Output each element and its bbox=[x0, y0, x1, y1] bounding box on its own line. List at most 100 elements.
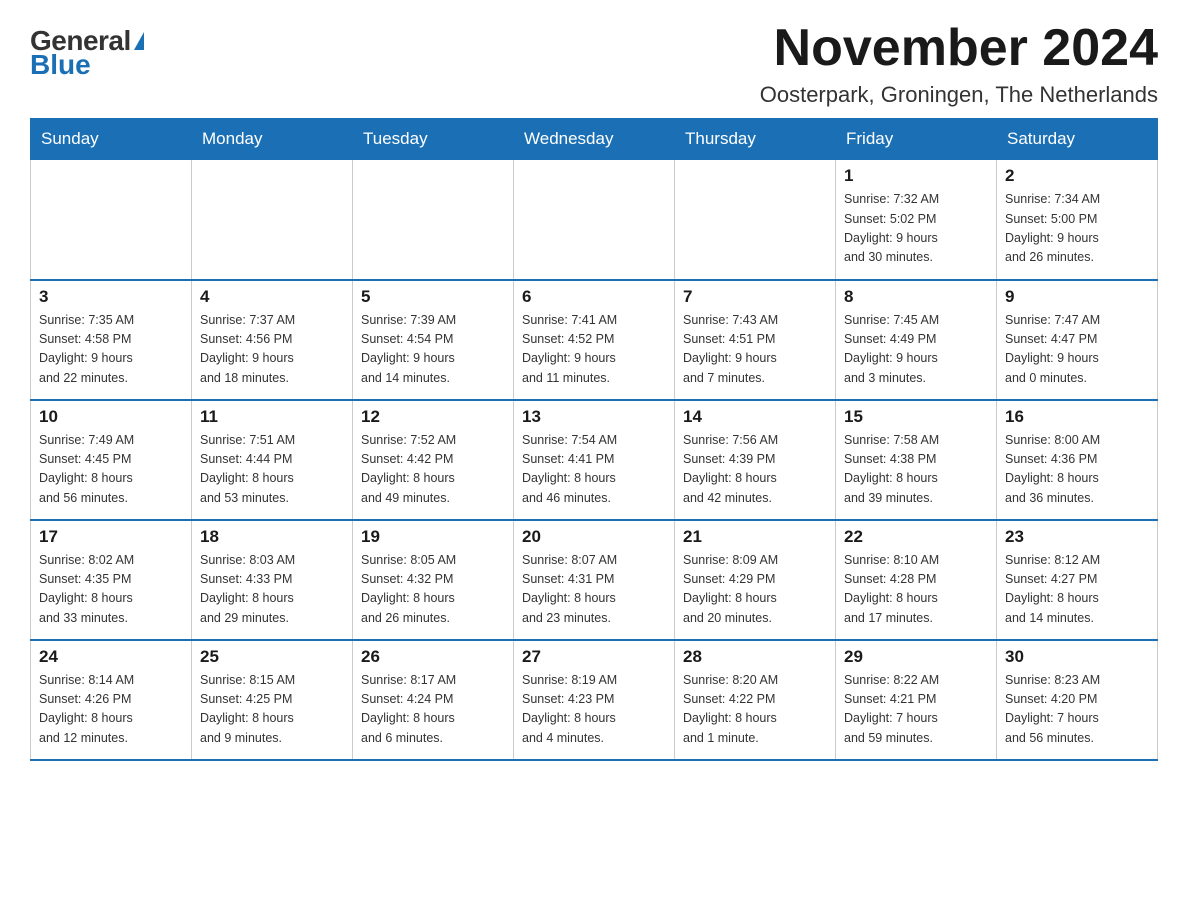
calendar-cell: 11Sunrise: 7:51 AMSunset: 4:44 PMDayligh… bbox=[192, 400, 353, 520]
weekday-header-sunday: Sunday bbox=[31, 119, 192, 160]
calendar-cell: 30 Sunrise: 8:23 AMSunset: 4:20 PMDayligh… bbox=[997, 640, 1158, 760]
weekday-header-monday: Monday bbox=[192, 119, 353, 160]
weekday-header-wednesday: Wednesday bbox=[514, 119, 675, 160]
calendar-cell: 24Sunrise: 8:14 AMSunset: 4:26 PMDayligh… bbox=[31, 640, 192, 760]
day-number: 3 bbox=[39, 287, 183, 307]
day-sun-info: Sunrise: 8:10 AMSunset: 4:28 PMDaylight:… bbox=[844, 551, 988, 629]
weekday-header-tuesday: Tuesday bbox=[353, 119, 514, 160]
calendar-cell: 3 Sunrise: 7:35 AMSunset: 4:58 PMDaylight… bbox=[31, 280, 192, 400]
day-sun-info: Sunrise: 7:47 AMSunset: 4:47 PMDaylight:… bbox=[1005, 311, 1149, 389]
day-number: 7 bbox=[683, 287, 827, 307]
day-number: 20 bbox=[522, 527, 666, 547]
day-number: 13 bbox=[522, 407, 666, 427]
calendar-cell: 26 Sunrise: 8:17 AMSunset: 4:24 PMDayligh… bbox=[353, 640, 514, 760]
day-number: 2 bbox=[1005, 166, 1149, 186]
day-number: 14 bbox=[683, 407, 827, 427]
calendar-cell bbox=[675, 160, 836, 280]
day-sun-info: Sunrise: 8:14 AMSunset: 4:26 PMDaylight:… bbox=[39, 671, 183, 749]
day-sun-info: Sunrise: 7:49 AMSunset: 4:45 PMDaylight:… bbox=[39, 431, 183, 509]
calendar-cell: 22 Sunrise: 8:10 AMSunset: 4:28 PMDayligh… bbox=[836, 520, 997, 640]
calendar-cell: 29Sunrise: 8:22 AMSunset: 4:21 PMDayligh… bbox=[836, 640, 997, 760]
day-sun-info: Sunrise: 7:32 AMSunset: 5:02 PMDaylight:… bbox=[844, 190, 988, 268]
calendar-cell: 1Sunrise: 7:32 AMSunset: 5:02 PMDaylight… bbox=[836, 160, 997, 280]
calendar-cell: 9 Sunrise: 7:47 AMSunset: 4:47 PMDaylight… bbox=[997, 280, 1158, 400]
day-number: 15 bbox=[844, 407, 988, 427]
weekday-header-friday: Friday bbox=[836, 119, 997, 160]
day-number: 17 bbox=[39, 527, 183, 547]
day-sun-info: Sunrise: 7:43 AMSunset: 4:51 PMDaylight:… bbox=[683, 311, 827, 389]
day-sun-info: Sunrise: 8:03 AMSunset: 4:33 PMDaylight:… bbox=[200, 551, 344, 629]
calendar-cell bbox=[353, 160, 514, 280]
calendar-cell: 7 Sunrise: 7:43 AMSunset: 4:51 PMDaylight… bbox=[675, 280, 836, 400]
calendar-cell: 16 Sunrise: 8:00 AMSunset: 4:36 PMDayligh… bbox=[997, 400, 1158, 520]
day-number: 22 bbox=[844, 527, 988, 547]
calendar-cell: 10 Sunrise: 7:49 AMSunset: 4:45 PMDayligh… bbox=[31, 400, 192, 520]
calendar-cell: 18 Sunrise: 8:03 AMSunset: 4:33 PMDayligh… bbox=[192, 520, 353, 640]
day-number: 29 bbox=[844, 647, 988, 667]
day-sun-info: Sunrise: 8:00 AMSunset: 4:36 PMDaylight:… bbox=[1005, 431, 1149, 509]
day-number: 18 bbox=[200, 527, 344, 547]
calendar-cell: 12 Sunrise: 7:52 AMSunset: 4:42 PMDayligh… bbox=[353, 400, 514, 520]
day-number: 5 bbox=[361, 287, 505, 307]
day-number: 19 bbox=[361, 527, 505, 547]
day-sun-info: Sunrise: 8:15 AMSunset: 4:25 PMDaylight:… bbox=[200, 671, 344, 749]
day-number: 16 bbox=[1005, 407, 1149, 427]
day-sun-info: Sunrise: 7:41 AMSunset: 4:52 PMDaylight:… bbox=[522, 311, 666, 389]
calendar-cell: 8 Sunrise: 7:45 AMSunset: 4:49 PMDaylight… bbox=[836, 280, 997, 400]
logo-triangle-icon bbox=[134, 32, 144, 50]
day-number: 4 bbox=[200, 287, 344, 307]
day-sun-info: Sunrise: 8:17 AMSunset: 4:24 PMDaylight:… bbox=[361, 671, 505, 749]
day-sun-info: Sunrise: 7:56 AMSunset: 4:39 PMDaylight:… bbox=[683, 431, 827, 509]
day-sun-info: Sunrise: 7:35 AMSunset: 4:58 PMDaylight:… bbox=[39, 311, 183, 389]
day-number: 9 bbox=[1005, 287, 1149, 307]
calendar-cell: 17 Sunrise: 8:02 AMSunset: 4:35 PMDayligh… bbox=[31, 520, 192, 640]
day-number: 25 bbox=[200, 647, 344, 667]
calendar-cell: 27Sunrise: 8:19 AMSunset: 4:23 PMDayligh… bbox=[514, 640, 675, 760]
logo: General Blue bbox=[30, 20, 144, 81]
day-sun-info: Sunrise: 7:45 AMSunset: 4:49 PMDaylight:… bbox=[844, 311, 988, 389]
day-sun-info: Sunrise: 7:37 AMSunset: 4:56 PMDaylight:… bbox=[200, 311, 344, 389]
calendar-cell: 25 Sunrise: 8:15 AMSunset: 4:25 PMDayligh… bbox=[192, 640, 353, 760]
day-sun-info: Sunrise: 7:54 AMSunset: 4:41 PMDaylight:… bbox=[522, 431, 666, 509]
day-number: 10 bbox=[39, 407, 183, 427]
calendar-cell bbox=[192, 160, 353, 280]
weekday-header-saturday: Saturday bbox=[997, 119, 1158, 160]
day-number: 12 bbox=[361, 407, 505, 427]
day-sun-info: Sunrise: 7:34 AMSunset: 5:00 PMDaylight:… bbox=[1005, 190, 1149, 268]
calendar-week-row-4: 24Sunrise: 8:14 AMSunset: 4:26 PMDayligh… bbox=[31, 640, 1158, 760]
calendar-cell: 5 Sunrise: 7:39 AMSunset: 4:54 PMDaylight… bbox=[353, 280, 514, 400]
day-number: 8 bbox=[844, 287, 988, 307]
calendar-week-row-3: 17 Sunrise: 8:02 AMSunset: 4:35 PMDayligh… bbox=[31, 520, 1158, 640]
calendar-cell bbox=[31, 160, 192, 280]
day-sun-info: Sunrise: 8:12 AMSunset: 4:27 PMDaylight:… bbox=[1005, 551, 1149, 629]
month-title: November 2024 bbox=[760, 20, 1158, 77]
day-sun-info: Sunrise: 7:39 AMSunset: 4:54 PMDaylight:… bbox=[361, 311, 505, 389]
day-sun-info: Sunrise: 8:07 AMSunset: 4:31 PMDaylight:… bbox=[522, 551, 666, 629]
calendar-cell: 15 Sunrise: 7:58 AMSunset: 4:38 PMDayligh… bbox=[836, 400, 997, 520]
day-sun-info: Sunrise: 7:58 AMSunset: 4:38 PMDaylight:… bbox=[844, 431, 988, 509]
day-number: 26 bbox=[361, 647, 505, 667]
calendar-cell: 23Sunrise: 8:12 AMSunset: 4:27 PMDayligh… bbox=[997, 520, 1158, 640]
day-sun-info: Sunrise: 8:23 AMSunset: 4:20 PMDaylight:… bbox=[1005, 671, 1149, 749]
day-sun-info: Sunrise: 8:05 AMSunset: 4:32 PMDaylight:… bbox=[361, 551, 505, 629]
calendar-cell: 13 Sunrise: 7:54 AMSunset: 4:41 PMDayligh… bbox=[514, 400, 675, 520]
calendar-cell: 19 Sunrise: 8:05 AMSunset: 4:32 PMDayligh… bbox=[353, 520, 514, 640]
calendar-cell: 6 Sunrise: 7:41 AMSunset: 4:52 PMDaylight… bbox=[514, 280, 675, 400]
day-number: 30 bbox=[1005, 647, 1149, 667]
header: General Blue November 2024 Oosterpark, G… bbox=[30, 20, 1158, 108]
day-number: 28 bbox=[683, 647, 827, 667]
day-sun-info: Sunrise: 8:09 AMSunset: 4:29 PMDaylight:… bbox=[683, 551, 827, 629]
logo-blue-text: Blue bbox=[30, 49, 91, 81]
calendar-cell: 28Sunrise: 8:20 AMSunset: 4:22 PMDayligh… bbox=[675, 640, 836, 760]
calendar-cell: 21Sunrise: 8:09 AMSunset: 4:29 PMDayligh… bbox=[675, 520, 836, 640]
day-number: 27 bbox=[522, 647, 666, 667]
calendar-cell: 4 Sunrise: 7:37 AMSunset: 4:56 PMDaylight… bbox=[192, 280, 353, 400]
calendar-week-row-1: 3 Sunrise: 7:35 AMSunset: 4:58 PMDaylight… bbox=[31, 280, 1158, 400]
day-sun-info: Sunrise: 7:52 AMSunset: 4:42 PMDaylight:… bbox=[361, 431, 505, 509]
title-area: November 2024 Oosterpark, Groningen, The… bbox=[760, 20, 1158, 108]
calendar-cell: 20 Sunrise: 8:07 AMSunset: 4:31 PMDayligh… bbox=[514, 520, 675, 640]
day-sun-info: Sunrise: 8:02 AMSunset: 4:35 PMDaylight:… bbox=[39, 551, 183, 629]
day-sun-info: Sunrise: 7:51 AMSunset: 4:44 PMDaylight:… bbox=[200, 431, 344, 509]
calendar-table: SundayMondayTuesdayWednesdayThursdayFrid… bbox=[30, 118, 1158, 761]
day-number: 6 bbox=[522, 287, 666, 307]
